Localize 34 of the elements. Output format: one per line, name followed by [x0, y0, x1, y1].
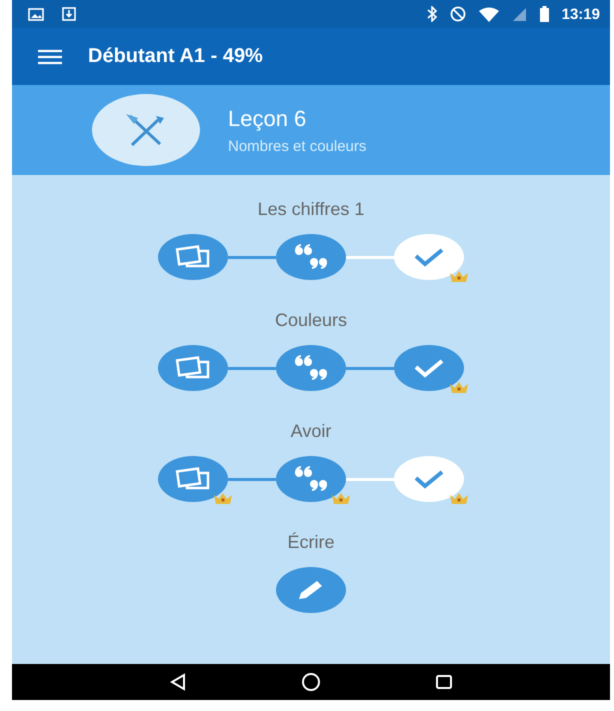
- pencil-icon: [297, 579, 325, 601]
- signal-icon: [512, 6, 527, 22]
- cards-icon: [175, 356, 211, 380]
- quote-icon: [294, 244, 328, 270]
- skill-title: Avoir: [290, 421, 332, 442]
- crown-icon: [214, 493, 232, 504]
- back-icon[interactable]: [169, 673, 187, 691]
- quote-icon: [294, 355, 328, 381]
- cards-icon: [175, 467, 211, 491]
- skill-title: Couleurs: [274, 310, 348, 331]
- crown-icon: [450, 382, 468, 393]
- status-time: 13:19: [562, 6, 600, 22]
- recents-icon[interactable]: [435, 673, 453, 691]
- battery-icon: [540, 6, 549, 22]
- menu-icon[interactable]: [38, 48, 62, 64]
- crown-icon: [450, 271, 468, 282]
- cards-icon: [175, 245, 211, 269]
- crown-icon: [450, 493, 468, 504]
- home-icon[interactable]: [301, 672, 321, 692]
- download-icon: [62, 7, 76, 21]
- skill-title: Écrire: [287, 532, 334, 553]
- skill-title: Les chiffres 1: [258, 199, 364, 220]
- lesson-title: Leçon 6: [228, 106, 308, 132]
- bluetooth-icon: [426, 6, 437, 22]
- blocked-icon: [450, 6, 466, 22]
- quote-icon: [294, 466, 328, 492]
- app-title: Débutant A1 - 49%: [88, 45, 263, 68]
- check-icon: [414, 358, 444, 378]
- check-icon: [414, 469, 444, 489]
- check-icon: [414, 247, 444, 267]
- lesson-subtitle: Nombres et couleurs: [228, 138, 366, 154]
- wifi-icon: [478, 6, 499, 22]
- crown-icon: [332, 493, 350, 504]
- image-icon: [28, 8, 44, 20]
